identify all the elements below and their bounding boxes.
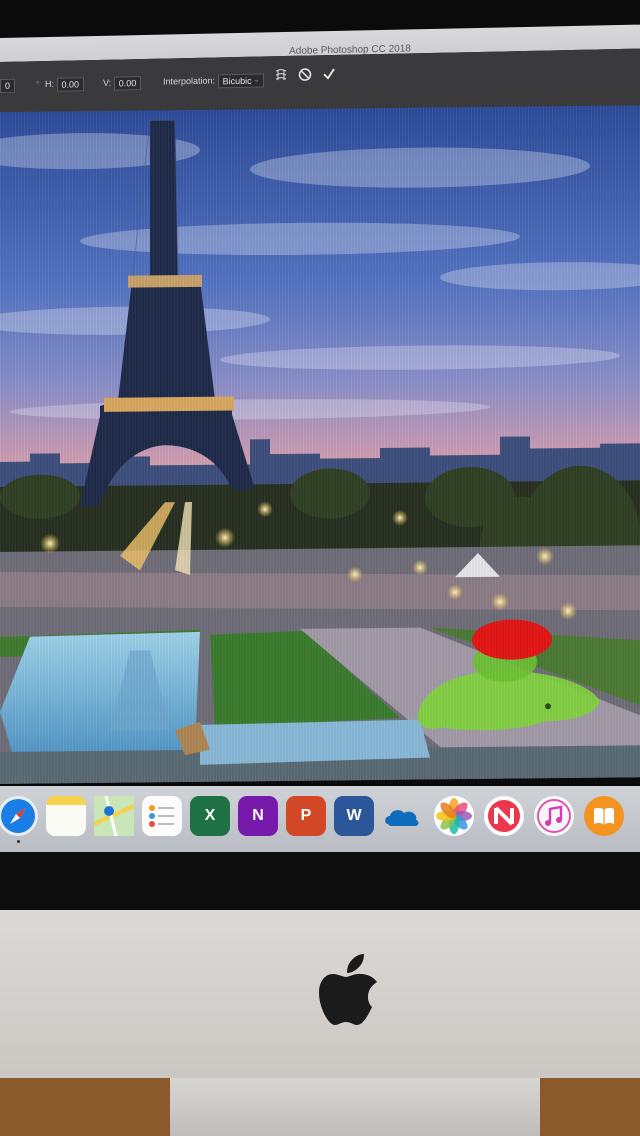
itunes-icon[interactable] <box>534 796 574 836</box>
maps-icon[interactable] <box>93 795 135 837</box>
h-field[interactable]: H: 0.00 <box>45 76 85 92</box>
photo-of-imac-screen: Adobe Photoshop CC 2018 0 ° H: 0.00 V: 0… <box>0 0 640 1136</box>
books-icon[interactable] <box>584 796 624 836</box>
h-label: H: <box>45 78 54 90</box>
safari-running-indicator <box>17 840 20 843</box>
interpolation-label: Interpolation: <box>163 75 216 87</box>
v-label: V: <box>103 77 112 88</box>
interpolation-select[interactable]: Interpolation: Bicubic ⌄ <box>163 72 265 89</box>
imac-stand <box>170 1078 540 1136</box>
h-input[interactable]: 0.00 <box>56 76 85 92</box>
news-icon[interactable] <box>484 796 524 836</box>
photos-icon[interactable] <box>434 796 474 836</box>
first-value-field[interactable]: 0 <box>0 78 16 93</box>
commit-checkmark-icon[interactable] <box>320 67 338 85</box>
cancel-icon[interactable] <box>296 67 314 85</box>
safari-icon[interactable] <box>0 796 38 836</box>
v-field[interactable]: V: 0.00 <box>103 75 142 91</box>
onenote-icon[interactable]: N <box>238 796 278 836</box>
link-separator: ° <box>36 79 40 90</box>
macos-dock: X N P W <box>0 786 640 852</box>
imac-chin <box>0 910 640 1092</box>
document-canvas[interactable] <box>0 105 640 785</box>
powerpoint-icon[interactable]: P <box>286 796 326 836</box>
apple-logo-icon <box>319 954 377 1025</box>
warp-icon[interactable] <box>272 68 290 86</box>
interpolation-value[interactable]: Bicubic ⌄ <box>217 73 265 89</box>
onedrive-icon[interactable] <box>382 796 422 836</box>
canvas-image <box>0 105 640 784</box>
excel-icon[interactable]: X <box>190 796 230 836</box>
reminders-icon[interactable] <box>142 796 182 836</box>
chevron-down-icon: ⌄ <box>253 76 260 84</box>
notes-icon[interactable] <box>46 796 86 836</box>
word-icon[interactable]: W <box>334 796 374 836</box>
v-input[interactable]: 0.00 <box>113 75 142 91</box>
